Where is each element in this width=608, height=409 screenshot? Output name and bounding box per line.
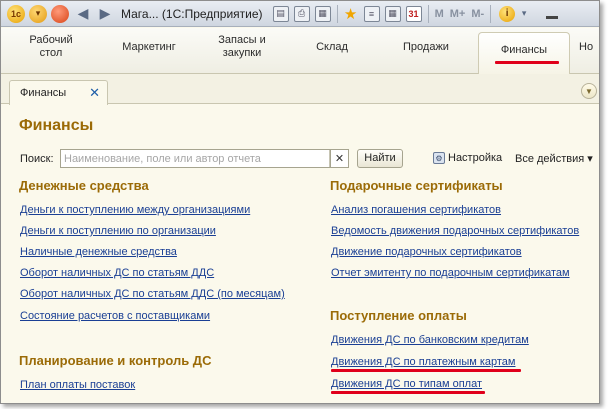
- section-inventory[interactable]: Запасы и закупки: [207, 34, 277, 60]
- toolbar-divider: [336, 4, 338, 23]
- highlight-underline: [331, 391, 485, 394]
- link-gift-3[interactable]: Движение подарочных сертификатов: [331, 246, 522, 258]
- back-arrow-icon[interactable]: ◀: [75, 5, 91, 23]
- link-cash-2[interactable]: Деньги к поступлению по организации: [20, 225, 216, 237]
- close-icon[interactable]: ✕: [89, 85, 100, 101]
- title-bar: 1с ▾ ◀ ▶ Мага... (1С:Предприятие) ▤ ⎙ ▦ …: [1, 1, 599, 27]
- group-planning-title: Планирование и контроль ДС: [19, 353, 212, 368]
- highlight-underline: [331, 369, 521, 372]
- search-clear-icon[interactable]: ✕: [330, 149, 349, 168]
- memory-minus-button[interactable]: M-: [471, 8, 484, 20]
- find-button[interactable]: Найти: [357, 149, 403, 168]
- print-icon[interactable]: ⎙: [293, 5, 310, 22]
- calendar-icon[interactable]: 31: [405, 5, 422, 22]
- memory-plus-button[interactable]: M+: [450, 8, 466, 20]
- sections-panel: Рабочий стол Маркетинг Запасы и закупки …: [1, 28, 599, 74]
- highlight-underline: [495, 61, 559, 64]
- favorites-star-icon[interactable]: ★: [343, 6, 359, 23]
- section-desktop[interactable]: Рабочий стол: [23, 34, 79, 60]
- info-icon[interactable]: i: [499, 5, 516, 22]
- settings-icon: ⚙: [433, 152, 445, 164]
- tab-strip: Финансы ✕ ▼: [1, 74, 599, 105]
- group-gift-title: Подарочные сертификаты: [330, 178, 503, 193]
- link-payment-2[interactable]: Движения ДС по платежным картам: [331, 356, 516, 368]
- section-warehouse[interactable]: Склад: [307, 41, 357, 54]
- search-input[interactable]: [61, 150, 311, 167]
- link-gift-1[interactable]: Анализ погашения сертификатов: [331, 204, 501, 216]
- link-cash-1[interactable]: Деньги к поступлению между организациями: [20, 204, 250, 216]
- section-marketing[interactable]: Маркетинг: [111, 41, 187, 54]
- link-payment-1[interactable]: Движения ДС по банковским кредитам: [331, 334, 529, 346]
- link-gift-2[interactable]: Ведомость движения подарочных сертификат…: [331, 225, 579, 237]
- calculator-icon[interactable]: ▦: [384, 5, 401, 22]
- save-icon[interactable]: ▤: [272, 5, 289, 22]
- tab-finance[interactable]: Финансы ✕: [9, 80, 108, 105]
- toolbar-divider: [490, 4, 492, 23]
- link-cash-6[interactable]: Состояние расчетов с поставщиками: [20, 310, 210, 322]
- link-cash-5[interactable]: Оборот наличных ДС по статьям ДДС (по ме…: [20, 288, 285, 300]
- link-planning-1[interactable]: План оплаты поставок: [20, 379, 135, 391]
- group-cash-title: Денежные средства: [19, 178, 149, 193]
- section-sales[interactable]: Продажи: [397, 41, 455, 54]
- tab-finance-label: Финансы: [20, 87, 67, 99]
- search-label: Поиск:: [20, 153, 54, 165]
- forward-arrow-icon[interactable]: ▶: [97, 5, 113, 23]
- link-gift-4[interactable]: Отчет эмитенту по подарочным сертификата…: [331, 267, 570, 279]
- chevron-down-icon[interactable]: ▼: [581, 83, 597, 99]
- stop-icon[interactable]: [51, 4, 69, 23]
- window-title: Мага... (1С:Предприятие): [121, 6, 263, 21]
- group-payment-title: Поступление оплаты: [330, 308, 467, 323]
- link-cash-4[interactable]: Оборот наличных ДС по статьям ДДС: [20, 267, 214, 279]
- link-cash-3[interactable]: Наличные денежные средства: [20, 246, 177, 258]
- page-title: Финансы: [19, 117, 94, 134]
- settings-button[interactable]: ⚙ Настройка: [433, 152, 502, 164]
- history-icon[interactable]: ≡: [363, 5, 380, 22]
- all-actions-menu[interactable]: Все действия ▾: [515, 152, 593, 165]
- info-dropdown-icon[interactable]: ▾: [516, 5, 532, 23]
- search-field[interactable]: ▼: [60, 149, 346, 168]
- main-menu-chevron-icon[interactable]: ▾: [29, 4, 47, 23]
- preview-icon[interactable]: ▦: [314, 5, 331, 22]
- app-window: 1с ▾ ◀ ▶ Мага... (1С:Предприятие) ▤ ⎙ ▦ …: [0, 0, 600, 404]
- section-finance[interactable]: Финансы: [478, 32, 570, 74]
- minimize-button[interactable]: [546, 16, 559, 19]
- settings-label: Настройка: [448, 152, 503, 164]
- 1c-logo-icon[interactable]: 1с: [7, 4, 25, 23]
- memory-m-button[interactable]: M: [435, 8, 444, 20]
- link-payment-3[interactable]: Движения ДС по типам оплат: [331, 378, 482, 390]
- section-more[interactable]: Но: [579, 41, 599, 54]
- toolbar-divider: [427, 4, 429, 23]
